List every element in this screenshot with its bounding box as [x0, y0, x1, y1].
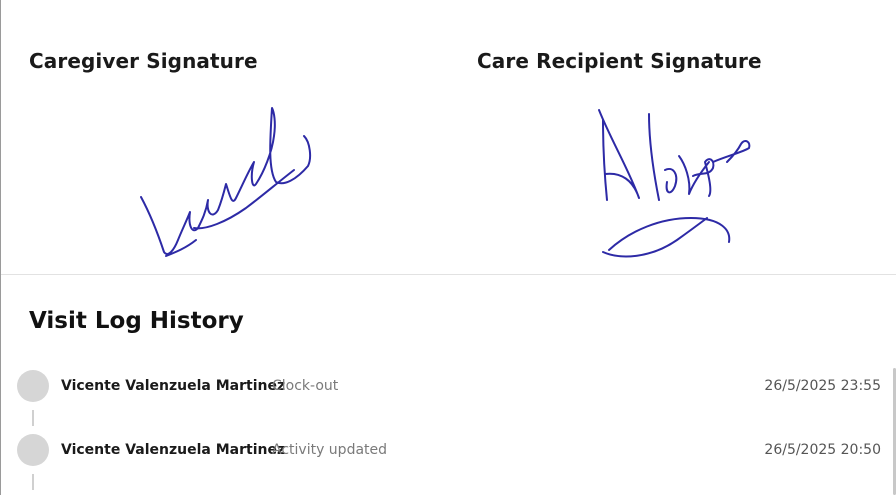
log-entry-action: Clock-out	[272, 378, 339, 394]
visit-log-section: Visit Log History Vicente Valenzuela Mar…	[1, 275, 896, 495]
log-entry: Vicente Valenzuela Martinez Clock-out 26…	[1, 370, 896, 434]
timeline-connector	[32, 474, 34, 490]
visit-details-panel: Caregiver Signature Care Recipient Signa…	[0, 0, 896, 495]
log-entry-action: Activity updated	[272, 442, 388, 458]
log-entry-user-name: Vicente Valenzuela Martinez	[61, 442, 286, 458]
log-entry-timestamp: 26/5/2025 23:55	[764, 378, 881, 394]
recipient-signature-image	[581, 100, 801, 265]
avatar	[17, 370, 49, 402]
caregiver-signature-title: Caregiver Signature	[29, 49, 258, 73]
visit-log-list: Vicente Valenzuela Martinez Clock-out 26…	[1, 370, 896, 495]
timeline-connector	[32, 410, 34, 426]
visit-log-title: Visit Log History	[29, 308, 244, 334]
signatures-section: Caregiver Signature Care Recipient Signa…	[1, 0, 896, 275]
log-entry-timestamp: 26/5/2025 20:50	[764, 442, 881, 458]
recipient-signature-title: Care Recipient Signature	[477, 49, 762, 73]
log-entry: Vicente Valenzuela Martinez Activity upd…	[1, 434, 896, 495]
caregiver-signature-image	[126, 100, 346, 265]
avatar	[17, 434, 49, 466]
log-entry-user-name: Vicente Valenzuela Martinez	[61, 378, 286, 394]
